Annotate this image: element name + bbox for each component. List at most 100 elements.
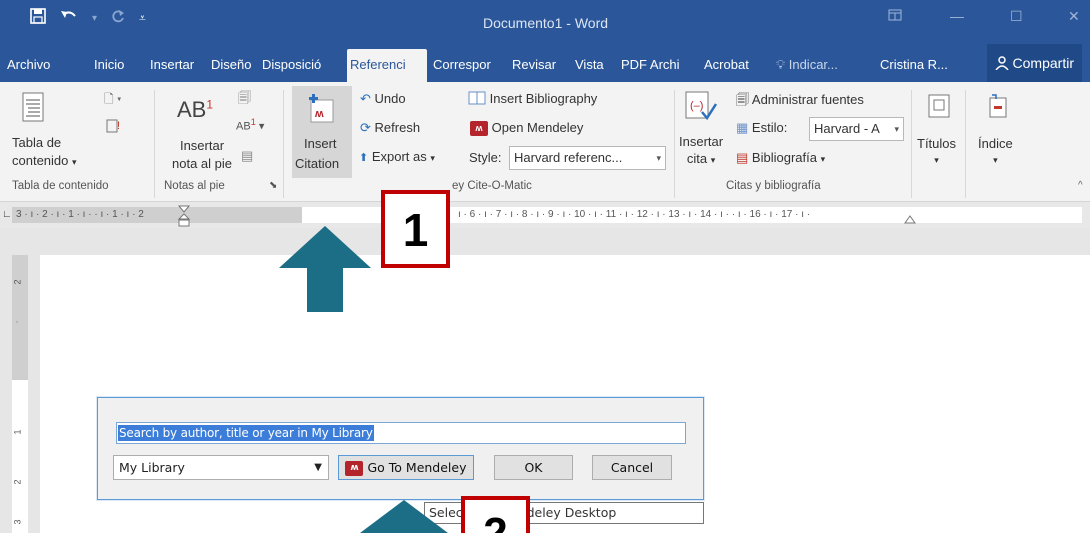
- library-select-value: My Library: [119, 460, 185, 475]
- callout-number-2: 2: [461, 496, 530, 533]
- tab-vista[interactable]: Vista: [575, 49, 604, 82]
- indent-marker-icon[interactable]: [177, 205, 191, 232]
- minimize-icon[interactable]: —: [950, 8, 964, 24]
- tab-disposicion[interactable]: Disposició: [262, 49, 344, 82]
- ruler-numbers-right: ı · 6 · ı · 7 · ı · 8 · ı · 9 · ı · 10 ·…: [458, 209, 811, 220]
- mendeley-citation-dialog: Search by author, title or year in My Li…: [97, 397, 704, 500]
- chevron-down-icon: ▾: [72, 157, 77, 167]
- close-icon[interactable]: ✕: [1068, 8, 1080, 25]
- user-account[interactable]: Cristina R...: [880, 49, 948, 82]
- share-button[interactable]: Compartir: [986, 44, 1082, 82]
- title-bar: ▾ ⩡ Documento1 - Word — ☐ ✕: [0, 0, 1090, 44]
- bibliography-icon: [468, 91, 490, 106]
- person-icon: [995, 55, 1013, 71]
- tab-acrobat[interactable]: Acrobat: [704, 49, 749, 82]
- ribbon-tabs: Archivo Inicio Insertar Diseño Disposici…: [0, 44, 1090, 82]
- word-window: ▾ ⩡ Documento1 - Word — ☐ ✕ Archivo Inic…: [0, 0, 1090, 533]
- tab-insertar[interactable]: Insertar: [150, 49, 194, 82]
- vertical-ruler-tick: 3: [12, 519, 23, 525]
- arrow-up-icon: [279, 226, 371, 312]
- tab-referencias[interactable]: Referenci: [347, 49, 427, 82]
- open-mendeley-button[interactable]: ʍ Open Mendeley: [470, 120, 584, 137]
- tab-pdf-archi[interactable]: PDF Archi: [621, 49, 696, 82]
- footnote-label-1: Insertar: [179, 138, 225, 153]
- cancel-button[interactable]: Cancel: [592, 455, 672, 480]
- export-as-button[interactable]: ⬆︎ Export as ▾: [359, 149, 435, 164]
- manage-sources-button[interactable]: 🗐︎ Administrar fuentes: [736, 91, 864, 113]
- estilo-label: Estilo:: [751, 120, 788, 135]
- tab-selector-icon[interactable]: ∟: [2, 209, 12, 220]
- captions-button[interactable]: Títulos ▾: [917, 136, 956, 166]
- document-title: Documento1 - Word: [483, 15, 609, 31]
- redo-icon[interactable]: [111, 9, 125, 28]
- insert-endnote-icon[interactable]: 🗐︎: [238, 89, 251, 111]
- lightbulb-icon: 💡︎: [776, 57, 786, 72]
- go-to-mendeley-button[interactable]: ʍ Go To Mendeley: [338, 455, 474, 480]
- show-notes-icon[interactable]: ▤: [241, 148, 253, 164]
- arrow-head: [279, 226, 371, 268]
- svg-text:(–): (–): [690, 100, 703, 112]
- dialog-launcher-icon[interactable]: ⬊: [269, 180, 277, 191]
- bibliography-button[interactable]: ▤ Bibliografía ▾: [736, 150, 825, 166]
- tab-revisar[interactable]: Revisar: [512, 49, 556, 82]
- vertical-ruler-tick: 2: [12, 479, 23, 485]
- captions-icon: [928, 94, 950, 123]
- group-divider: [154, 90, 155, 198]
- insert-footnote-button[interactable]: Insertar nota al pie: [172, 138, 232, 171]
- insert-citation-label-2: Citation: [295, 156, 340, 171]
- insert-citation-button[interactable]: ʍ Insert Citation: [292, 86, 352, 178]
- tab-correspondencia[interactable]: Correspor: [433, 49, 503, 82]
- tab-archivo[interactable]: Archivo: [7, 49, 50, 82]
- group-divider: [965, 90, 966, 198]
- quick-access-toolbar: ▾ ⩡: [30, 8, 146, 29]
- open-mendeley-label: Open Mendeley: [491, 120, 584, 135]
- citation-style-dropdown[interactable]: Harvard referenc... ▾: [509, 146, 666, 170]
- update-table-icon[interactable]: !: [106, 118, 122, 137]
- chevron-down-icon: ▾: [993, 155, 998, 165]
- undo-button[interactable]: ↶ Undo: [360, 91, 406, 107]
- customize-icon[interactable]: ⩡: [139, 11, 146, 26]
- insert-citation-icon: ʍ: [308, 94, 336, 129]
- toc-button[interactable]: Tabla de contenido ▾: [12, 135, 77, 168]
- ribbon-display-icon[interactable]: [888, 8, 902, 24]
- estilo-dropdown[interactable]: Harvard - A ▾: [809, 117, 904, 141]
- tell-me-search[interactable]: 💡︎ Indicar...: [776, 49, 838, 82]
- mendeley-icon: ʍ: [470, 121, 488, 137]
- undo-dropdown-icon[interactable]: ▾: [92, 13, 97, 24]
- manage-sources-label: Administrar fuentes: [751, 92, 864, 107]
- export-icon: ⬆︎: [359, 152, 369, 164]
- library-select[interactable]: My Library ▼: [113, 455, 329, 480]
- insert-bibliography-button[interactable]: Insert Bibliography: [468, 91, 597, 106]
- add-text-icon[interactable]: 🗋︎ ▾: [104, 90, 121, 111]
- tab-diseno[interactable]: Diseño: [211, 49, 251, 82]
- style-label: Style:: [469, 150, 502, 165]
- indice-label: Índice: [978, 136, 1013, 151]
- go-to-mendeley-label: Go To Mendeley: [367, 460, 467, 475]
- group-label-citations: Citas y bibliografía: [726, 180, 821, 192]
- group-label-toc: Tabla de contenido: [12, 180, 109, 192]
- collapse-ribbon-icon[interactable]: ^: [1078, 180, 1083, 191]
- ok-button[interactable]: OK: [494, 455, 573, 480]
- svg-text:!: !: [117, 120, 120, 132]
- chevron-down-icon: ▼: [314, 462, 322, 473]
- maximize-icon[interactable]: ☐: [1010, 8, 1023, 25]
- ruler-numbers-left: 3 · ı · 2 · ı · 1 · ı · · ı · 1 · ı · 2: [16, 209, 144, 220]
- horizontal-ruler: ∟ 3 · ı · 2 · ı · 1 · ı · · ı · 1 · ı · …: [0, 202, 1090, 228]
- undo-label: Undo: [374, 91, 406, 106]
- chevron-down-icon: ▾: [430, 153, 435, 163]
- refresh-icon: ⟳: [360, 120, 371, 135]
- arrow-stem: [307, 268, 343, 312]
- mendeley-icon: ʍ: [345, 461, 364, 476]
- save-icon[interactable]: [30, 8, 46, 29]
- search-input[interactable]: Search by author, title or year in My Li…: [116, 422, 686, 444]
- index-button[interactable]: Índice ▾: [978, 136, 1013, 166]
- insert-bibliography-label: Insert Bibliography: [489, 91, 598, 106]
- insert-citation-label-1: Insert: [304, 136, 337, 151]
- insert-cita-button[interactable]: Insertar cita ▾: [679, 134, 723, 166]
- next-footnote-icon[interactable]: AB1 ▾: [236, 117, 264, 133]
- tab-inicio[interactable]: Inicio: [94, 49, 124, 82]
- undo-icon[interactable]: [60, 9, 78, 28]
- refresh-button[interactable]: ⟳ Refresh: [360, 120, 420, 136]
- callout-number-1: 1: [381, 190, 450, 268]
- right-indent-marker-icon[interactable]: [904, 212, 916, 230]
